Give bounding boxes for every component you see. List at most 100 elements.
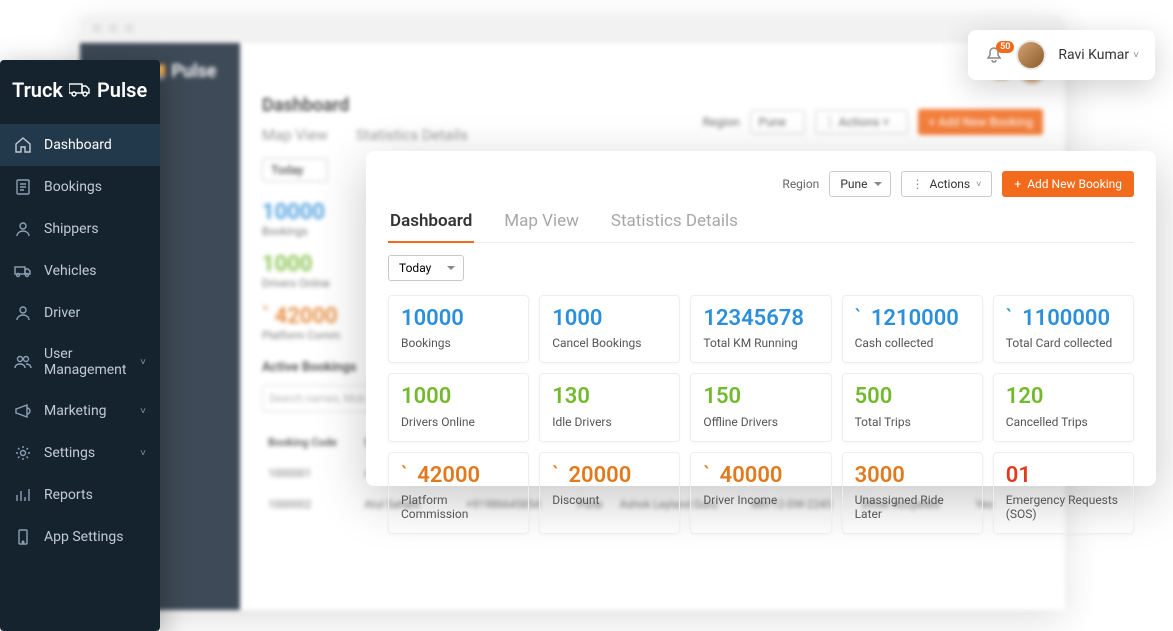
stat-card-label: Driver Income bbox=[703, 493, 818, 507]
users-icon bbox=[14, 353, 32, 371]
stat-card: ` 1100000Total Card collected bbox=[993, 295, 1134, 363]
bg-titlebar bbox=[80, 15, 1065, 43]
stat-card: 500 Total Trips bbox=[842, 373, 983, 441]
stat-card-value: ` 40000 bbox=[703, 463, 818, 489]
phone-icon bbox=[14, 528, 32, 546]
stat-card-label: Idle Drivers bbox=[552, 415, 667, 429]
chevron-down-icon: ˅ bbox=[140, 448, 146, 459]
bg-region-label: Region bbox=[703, 115, 740, 129]
sidebar-item-app-settings[interactable]: App Settings bbox=[0, 516, 160, 558]
brand-logo: Truck Pulse bbox=[0, 60, 160, 124]
sidebar-item-label: Shippers bbox=[44, 221, 99, 237]
stat-card: 120 Cancelled Trips bbox=[993, 373, 1134, 441]
user-menu[interactable]: 50 Ravi Kumar ˅ bbox=[968, 30, 1155, 80]
sidebar-item-label: Bookings bbox=[44, 179, 102, 195]
stat-card-value: 12345678 bbox=[703, 306, 818, 332]
stat-card-label: Drivers Online bbox=[401, 415, 516, 429]
stat-card-label: Offline Drivers bbox=[703, 415, 818, 429]
stat-card-value: ` 42000 bbox=[401, 463, 516, 489]
driver-icon bbox=[14, 304, 32, 322]
region-select[interactable]: Pune bbox=[829, 171, 890, 197]
stat-card-label: Total Trips bbox=[855, 415, 970, 429]
stat-card-label: Total KM Running bbox=[703, 336, 818, 350]
stat-card-value: 500 bbox=[855, 384, 970, 410]
chevron-down-icon: ˅ bbox=[1133, 50, 1139, 61]
stat-card-label: Emergency Requests (SOS) bbox=[1006, 493, 1121, 521]
stat-cards-grid: 10000Bookings 1000 Cancel Bookings 12345678… bbox=[388, 295, 1134, 534]
window-dot bbox=[124, 23, 134, 33]
stat-card: 3000Unassigned Ride Later bbox=[842, 452, 983, 534]
sidebar-item-vehicles[interactable]: Vehicles bbox=[0, 250, 160, 292]
chevron-down-icon: ˅ bbox=[140, 357, 146, 368]
stat-card-value: ` 1100000 bbox=[1006, 306, 1121, 332]
sidebar-item-label: App Settings bbox=[44, 529, 123, 545]
chevron-down-icon: ˅ bbox=[976, 179, 981, 190]
stat-card: 10000Bookings bbox=[388, 295, 529, 363]
stat-card: ` 40000 Driver Income bbox=[690, 452, 831, 534]
add-new-booking-button[interactable]: + Add New Booking bbox=[1002, 171, 1134, 197]
home-icon bbox=[14, 136, 32, 154]
megaphone-icon bbox=[14, 402, 32, 420]
stat-card: ` 20000Discount bbox=[539, 452, 680, 534]
sidebar-item-driver[interactable]: Driver bbox=[0, 292, 160, 334]
truck-small-icon bbox=[14, 262, 32, 280]
tab-statistics-details[interactable]: Statistics Details bbox=[609, 211, 740, 242]
stat-card-label: Bookings bbox=[401, 336, 516, 350]
sidebar-item-bookings[interactable]: Bookings bbox=[0, 166, 160, 208]
stat-card-value: 150 bbox=[703, 384, 818, 410]
clipboard-icon bbox=[14, 178, 32, 196]
window-dot bbox=[92, 23, 102, 33]
dashboard-panel: Region Pune ⋮ Actions ˅ + Add New Bookin… bbox=[366, 151, 1156, 486]
stat-card-label: Discount bbox=[552, 493, 667, 507]
window-dot bbox=[108, 23, 118, 33]
sidebar-item-label: Reports bbox=[44, 487, 93, 503]
bg-card-label: Drivers Online bbox=[262, 277, 330, 290]
bg-region-select: Pune bbox=[750, 110, 805, 134]
stat-card-label: Cancelled Trips bbox=[1006, 415, 1121, 429]
stat-card: 01 Emergency Requests (SOS) bbox=[993, 452, 1134, 534]
bg-table-cell: 1000001 bbox=[264, 459, 358, 488]
region-label: Region bbox=[782, 177, 819, 191]
bg-table-cell: 1000002 bbox=[264, 490, 358, 519]
tab-map-view[interactable]: Map View bbox=[502, 211, 581, 242]
sidebar-item-settings[interactable]: Settings ˅ bbox=[0, 432, 160, 474]
gear-icon bbox=[14, 444, 32, 462]
notifications-button[interactable]: 50 bbox=[984, 45, 1004, 65]
sidebar-item-user-management[interactable]: User Management ˅ bbox=[0, 334, 160, 390]
chart-icon bbox=[14, 486, 32, 504]
bg-card-value: ` 42000 bbox=[262, 304, 340, 329]
sidebar-item-reports[interactable]: Reports bbox=[0, 474, 160, 516]
sidebar-item-label: Driver bbox=[44, 305, 80, 321]
bg-card-value: 1000 bbox=[262, 252, 330, 277]
plus-icon: + bbox=[1014, 177, 1021, 191]
bg-card-value: 10000 bbox=[262, 200, 325, 225]
bg-actions-select: ⋮ Actions ˅ bbox=[815, 110, 909, 134]
actions-dropdown[interactable]: ⋮ Actions ˅ bbox=[901, 171, 993, 197]
bg-table-header: Booking Code bbox=[264, 428, 358, 457]
stat-card: 150 Offline Drivers bbox=[690, 373, 831, 441]
sidebar-item-label: User Management bbox=[44, 346, 128, 378]
sidebar-item-marketing[interactable]: Marketing ˅ bbox=[0, 390, 160, 432]
sidebar-item-label: Dashboard bbox=[44, 137, 112, 153]
sidebar-item-shippers[interactable]: Shippers bbox=[0, 208, 160, 250]
tab-dashboard[interactable]: Dashboard bbox=[388, 211, 474, 243]
stat-card-value: 1000 bbox=[552, 306, 667, 332]
period-select[interactable]: Today bbox=[388, 255, 464, 281]
bg-add-booking-button: + Add New Booking bbox=[918, 109, 1043, 135]
stat-card: 1000Drivers Online bbox=[388, 373, 529, 441]
stat-card-value: 01 bbox=[1006, 463, 1121, 489]
brand-suffix: Pulse bbox=[97, 78, 147, 102]
user-name: Ravi Kumar ˅ bbox=[1058, 47, 1139, 63]
stat-card-label: Cancel Bookings bbox=[552, 336, 667, 350]
stat-card: ` 42000Platform Commission bbox=[388, 452, 529, 534]
chevron-down-icon: ˅ bbox=[140, 406, 146, 417]
stat-card: 12345678 Total KM Running bbox=[690, 295, 831, 363]
notification-badge: 50 bbox=[996, 41, 1014, 53]
brand-prefix: Truck bbox=[12, 78, 63, 102]
sidebar-item-dashboard[interactable]: Dashboard bbox=[0, 124, 160, 166]
stat-card: 1000 Cancel Bookings bbox=[539, 295, 680, 363]
stat-card-value: 120 bbox=[1006, 384, 1121, 410]
bg-tab: Statistics Details bbox=[356, 126, 468, 144]
truck-icon bbox=[69, 82, 91, 98]
sidebar: Truck Pulse Dashboard Bookings Shippers … bbox=[0, 60, 160, 631]
